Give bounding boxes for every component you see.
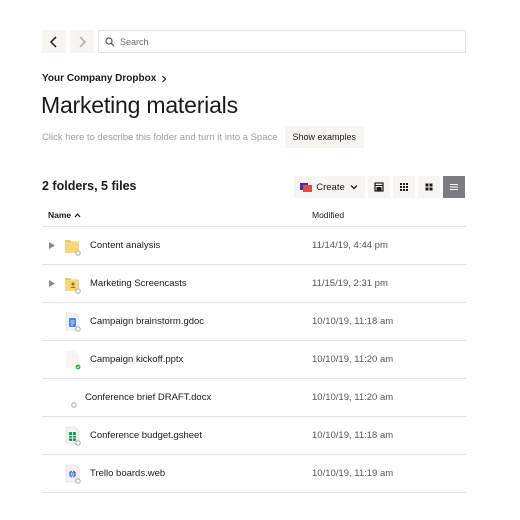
table-row[interactable]: Marketing Screencasts 11/15/19, 2:31 pm — [42, 265, 466, 303]
file-name[interactable]: Marketing Screencasts — [90, 278, 187, 289]
file-name[interactable]: Campaign brainstorm.gdoc — [90, 316, 204, 327]
folder-description[interactable]: Click here to describe this folder and t… — [42, 132, 278, 143]
file-modified: 10/10/19, 11:20 am — [312, 354, 394, 365]
name-column-header[interactable]: Name — [48, 210, 81, 220]
search-box[interactable] — [98, 30, 466, 53]
expand-caret-icon[interactable] — [49, 280, 55, 287]
file-modified: 10/10/19, 11:20 am — [312, 392, 394, 403]
chevron-right-icon — [162, 75, 167, 82]
sort-ascending-icon — [74, 212, 81, 217]
table-row[interactable]: Conference budget.gsheet 10/10/19, 11:18… — [42, 417, 466, 455]
file-list: Content analysis 11/14/19, 4:44 pm Marke… — [42, 227, 466, 493]
page-title: Marketing materials — [41, 92, 238, 118]
web-link-icon — [65, 464, 81, 484]
expand-caret-icon[interactable] — [49, 242, 55, 249]
shared-folder-icon — [65, 278, 81, 294]
file-name[interactable]: Conference brief DRAFT.docx — [85, 392, 211, 403]
search-icon — [105, 36, 115, 46]
pptx-file-icon — [66, 351, 81, 370]
back-button[interactable] — [42, 30, 66, 53]
file-name[interactable]: Conference budget.gsheet — [90, 430, 202, 441]
search-input[interactable] — [120, 36, 465, 47]
file-modified: 10/10/19, 11:18 am — [312, 430, 394, 441]
file-toolbar: Create — [294, 176, 465, 198]
create-label: Create — [316, 181, 345, 193]
table-row[interactable]: Conference brief DRAFT.docx 10/10/19, 11… — [42, 379, 466, 417]
modified-column-header[interactable]: Modified — [312, 210, 344, 220]
file-name[interactable]: Campaign kickoff.pptx — [90, 354, 183, 365]
file-name[interactable]: Content analysis — [90, 240, 160, 251]
grid-large-view-button[interactable] — [418, 176, 440, 198]
docx-file-icon — [71, 402, 77, 408]
list-icon — [450, 183, 458, 191]
file-modified: 10/10/19, 11:18 am — [312, 316, 394, 327]
table-row[interactable]: Campaign brainstorm.gdoc 10/10/19, 11:18… — [42, 303, 466, 341]
grid-large-icon — [425, 183, 433, 191]
table-row[interactable]: Content analysis 11/14/19, 4:44 pm — [42, 227, 466, 265]
create-button[interactable]: Create — [294, 176, 365, 198]
table-row[interactable]: Campaign kickoff.pptx 10/10/19, 11:20 am — [42, 341, 466, 379]
item-count: 2 folders, 5 files — [42, 179, 137, 193]
folder-icon — [65, 240, 81, 256]
gdoc-file-icon — [65, 312, 81, 332]
chevron-down-icon — [350, 185, 358, 190]
create-icon — [300, 182, 313, 192]
grid-small-view-button[interactable] — [393, 176, 415, 198]
file-name[interactable]: Trello boards.web — [90, 468, 165, 479]
file-modified: 10/10/19, 11:19 am — [312, 468, 394, 479]
name-column-label: Name — [48, 210, 72, 220]
description-row: Click here to describe this folder and t… — [42, 126, 365, 148]
table-row[interactable]: Trello boards.web 10/10/19, 11:19 am — [42, 455, 466, 493]
chevron-left-icon — [49, 35, 57, 48]
grid-small-icon — [400, 183, 408, 191]
breadcrumb-label[interactable]: Your Company Dropbox — [42, 73, 156, 84]
show-examples-button[interactable]: Show examples — [284, 126, 365, 148]
list-view-button[interactable] — [443, 176, 465, 198]
breadcrumb[interactable]: Your Company Dropbox — [42, 73, 168, 84]
file-modified: 11/15/19, 2:31 pm — [312, 278, 388, 289]
gsheet-file-icon — [65, 426, 81, 446]
file-modified: 11/14/19, 4:44 pm — [312, 240, 388, 251]
forward-button[interactable] — [70, 30, 94, 53]
chevron-right-icon — [79, 35, 87, 48]
upload-icon — [374, 182, 384, 192]
table-header: Name Modified — [42, 206, 466, 227]
top-nav-bar — [42, 30, 466, 53]
upload-button[interactable] — [368, 176, 390, 198]
